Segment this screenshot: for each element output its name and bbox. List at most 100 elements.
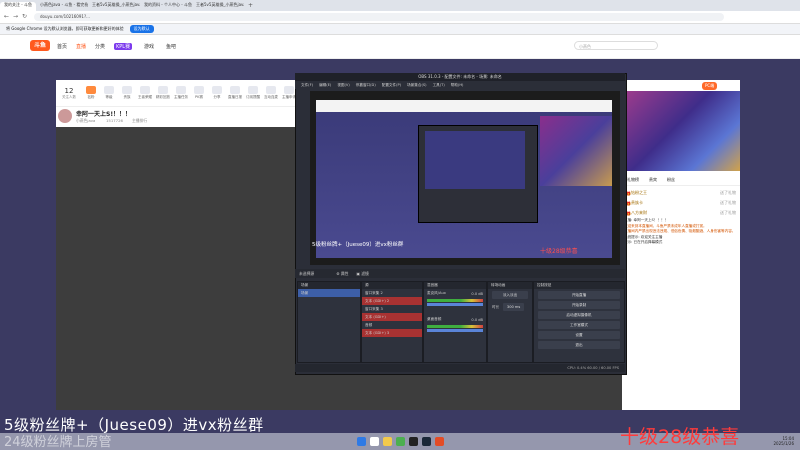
virtual-camera-button[interactable]: 启动虚拟摄像机 (538, 311, 620, 319)
source-item[interactable]: 文本 (GDI+) 2 (362, 297, 422, 305)
search-icon[interactable] (369, 437, 379, 446)
pc-badge[interactable]: PC端 (702, 82, 718, 90)
scene-item[interactable]: 场景 (298, 289, 360, 297)
fan-badge-overlay-2: 24级粉丝牌上房管 (4, 435, 112, 450)
browser-tab[interactable]: 我的资料 - 个人中心 - 斗鱼 (140, 2, 192, 11)
back-icon[interactable]: ← (4, 13, 9, 20)
start-streaming-button[interactable]: 开始直播 (538, 291, 620, 299)
app-icon[interactable] (434, 437, 444, 446)
chat-log: 主播: 幸阿一天上S！！！！ 欢迎来到本直播间，斗鱼严禁未成年人直播或打赏。 直… (624, 218, 738, 246)
infobar-text: 将 Google Chrome 设为默认浏览器，即可获取更新和更好的体验 (6, 26, 124, 31)
preview-caption: 5级粉丝牌+（Juese09）进vx粉丝群 (312, 242, 404, 248)
filters-button[interactable]: ▣ 滤镜 (356, 271, 368, 277)
steam-icon[interactable] (421, 437, 431, 446)
room-tool-icon[interactable]: 分享 (208, 86, 226, 100)
obs-menu-item[interactable]: 编辑(E) (319, 83, 331, 88)
volume-slider[interactable] (427, 303, 483, 306)
url-input[interactable]: douyu.com/10216091?... (34, 13, 724, 21)
sources-dock: 源 窗口采集 2 文本 (GDI+) 2 窗口采集 3 文本 (GDI+) 音频… (361, 281, 423, 363)
controls-dock: 控制按钮 开始直播 开始录制 启动虚拟摄像机 工作室模式 设置 退出 (533, 281, 625, 363)
transitions-dock: 转场动画 淡入淡出 时长 300 ms (487, 281, 533, 363)
nav-games[interactable]: 游戏 (144, 43, 154, 50)
obs-menu-item[interactable]: 场景集合(S) (407, 83, 426, 88)
preview-game-art (540, 116, 612, 186)
nav-kpl[interactable]: KPL赛 (114, 43, 133, 50)
volume-slider[interactable] (427, 329, 483, 332)
right-panel-tabs: 礼物榜 贵宾 粉丝 (622, 175, 740, 186)
preview-caption-right: 十级28级恭喜 (540, 248, 578, 255)
search-input[interactable]: 小燕色 (574, 41, 658, 50)
room-tool-icon[interactable]: PK赛 (190, 86, 208, 100)
tab-vip[interactable]: 贵宾 (644, 177, 662, 183)
obs-status-bar: CPU: 0.4% 60.00 / 60.00 FPS (295, 364, 625, 372)
duration-input[interactable]: 300 ms (503, 303, 524, 311)
audio-meter (427, 299, 483, 302)
preview-nested-video (425, 131, 525, 189)
host-name[interactable]: 小燕色java (76, 118, 95, 124)
source-item[interactable]: 音频 (362, 321, 422, 329)
scenes-dock: 场景 场景 (297, 281, 361, 363)
source-item[interactable]: 窗口采集 2 (362, 289, 422, 297)
source-item[interactable]: 文本 (GDI+) (362, 313, 422, 321)
list-item: 🎁 贵族卡 送了礼物 (626, 200, 736, 206)
obs-icon[interactable] (408, 437, 418, 446)
default-browser-infobar: 将 Google Chrome 设为默认浏览器，即可获取更新和更好的体验 设为默… (0, 24, 800, 35)
obs-menu-item[interactable]: 文件(F) (301, 83, 313, 88)
mixer-dock: 混音器 麦克风/Aux 0.0 dB 桌面音频 0.0 dB (423, 281, 487, 363)
set-default-button[interactable]: 设为默认 (129, 25, 154, 33)
room-tool-icon[interactable]: 直播日报 (226, 86, 244, 100)
no-source-label: 未选择源 (299, 270, 315, 276)
new-tab-icon[interactable]: + (248, 2, 253, 9)
room-tool-icon[interactable]: 精彩回放 (154, 86, 172, 100)
game-banner-image[interactable] (622, 91, 740, 171)
taskbar-clock[interactable]: 15:04 2025/1/26 (748, 436, 794, 446)
browser-tab[interactable]: 我的关注 - 斗鱼 (0, 2, 36, 11)
host-avatar[interactable] (58, 109, 72, 123)
exit-button[interactable]: 退出 (538, 341, 620, 349)
browser-tab[interactable]: 王者5v5英雄操_小燕色java直 (192, 2, 244, 11)
nav-live[interactable]: 直播 (76, 43, 86, 50)
room-tool-icon[interactable]: 等级 (100, 86, 118, 100)
list-item: 🎁 八方来财 送了礼物 (626, 210, 736, 216)
nav-category[interactable]: 分类 (95, 43, 105, 50)
level-congrats-overlay: 十级28级恭喜 (620, 426, 740, 448)
room-tool-icon[interactable]: 贵族 (118, 86, 136, 100)
reload-icon[interactable]: ↻ (22, 13, 27, 20)
properties-button[interactable]: ⚙ 属性 (336, 271, 348, 277)
browser-tab[interactable]: 小燕色java - 斗鱼 - 看完视频 (36, 2, 88, 11)
stream-title: 幸阿一天上S!！！！ (76, 111, 132, 118)
obs-menu-item[interactable]: 配置文件(P) (382, 83, 401, 88)
source-item[interactable]: 文本 (GDI+) 3 (362, 329, 422, 337)
start-recording-button[interactable]: 开始录制 (538, 301, 620, 309)
obs-title: OBS 31.0.3 - 配置文件: 未命名 - 场景: 未命名 (295, 73, 625, 81)
obs-menubar: 文件(F) 编辑(E) 视图(V) 停靠窗口(D) 配置文件(P) 场景集合(S… (295, 81, 625, 89)
room-tool-icon[interactable]: 互动连麦 (262, 86, 280, 100)
folder-icon[interactable] (382, 437, 392, 446)
nav-yuba[interactable]: 鱼吧 (166, 43, 176, 50)
room-tool-icon[interactable]: 王者荣耀 (136, 86, 154, 100)
start-icon[interactable] (356, 437, 366, 446)
browser-tab-bar: 我的关注 - 斗鱼 小燕色java - 斗鱼 - 看完视频 王者5v5英雄操_小… (0, 0, 800, 11)
obs-menu-item[interactable]: 帮助(H) (451, 83, 464, 88)
source-item[interactable]: 窗口采集 3 (362, 305, 422, 313)
preview-browser-strip (316, 100, 612, 112)
chrome-icon[interactable] (395, 437, 405, 446)
settings-button[interactable]: 设置 (538, 331, 620, 339)
obs-menu-item[interactable]: 工具(T) (433, 83, 445, 88)
browser-tab[interactable]: 王者5v5英雄操_小燕色java直 (88, 2, 140, 11)
viewer-count: 1517726 (106, 118, 123, 123)
host-rank[interactable]: 主播排行 (132, 118, 147, 124)
obs-menu-item[interactable]: 视图(V) (337, 83, 349, 88)
forward-icon[interactable]: → (13, 13, 18, 20)
fans-counter: 12 关注人数 (62, 86, 76, 99)
douyu-logo[interactable]: 斗鱼 (30, 40, 50, 51)
studio-mode-button[interactable]: 工作室模式 (538, 321, 620, 329)
room-tool-icon[interactable]: 订阅提醒 (244, 86, 262, 100)
nav-home[interactable]: 首页 (57, 43, 67, 50)
room-tool-icon[interactable]: 主播任务 (172, 86, 190, 100)
transition-select[interactable]: 淡入淡出 (492, 291, 528, 299)
obs-source-toolbar: 未选择源 ⚙ 属性 ▣ 滤镜 (295, 269, 625, 278)
tab-fans[interactable]: 粉丝 (662, 177, 680, 183)
obs-menu-item[interactable]: 停靠窗口(D) (356, 83, 376, 88)
room-tool-icon[interactable]: 钻粉 (82, 86, 100, 100)
